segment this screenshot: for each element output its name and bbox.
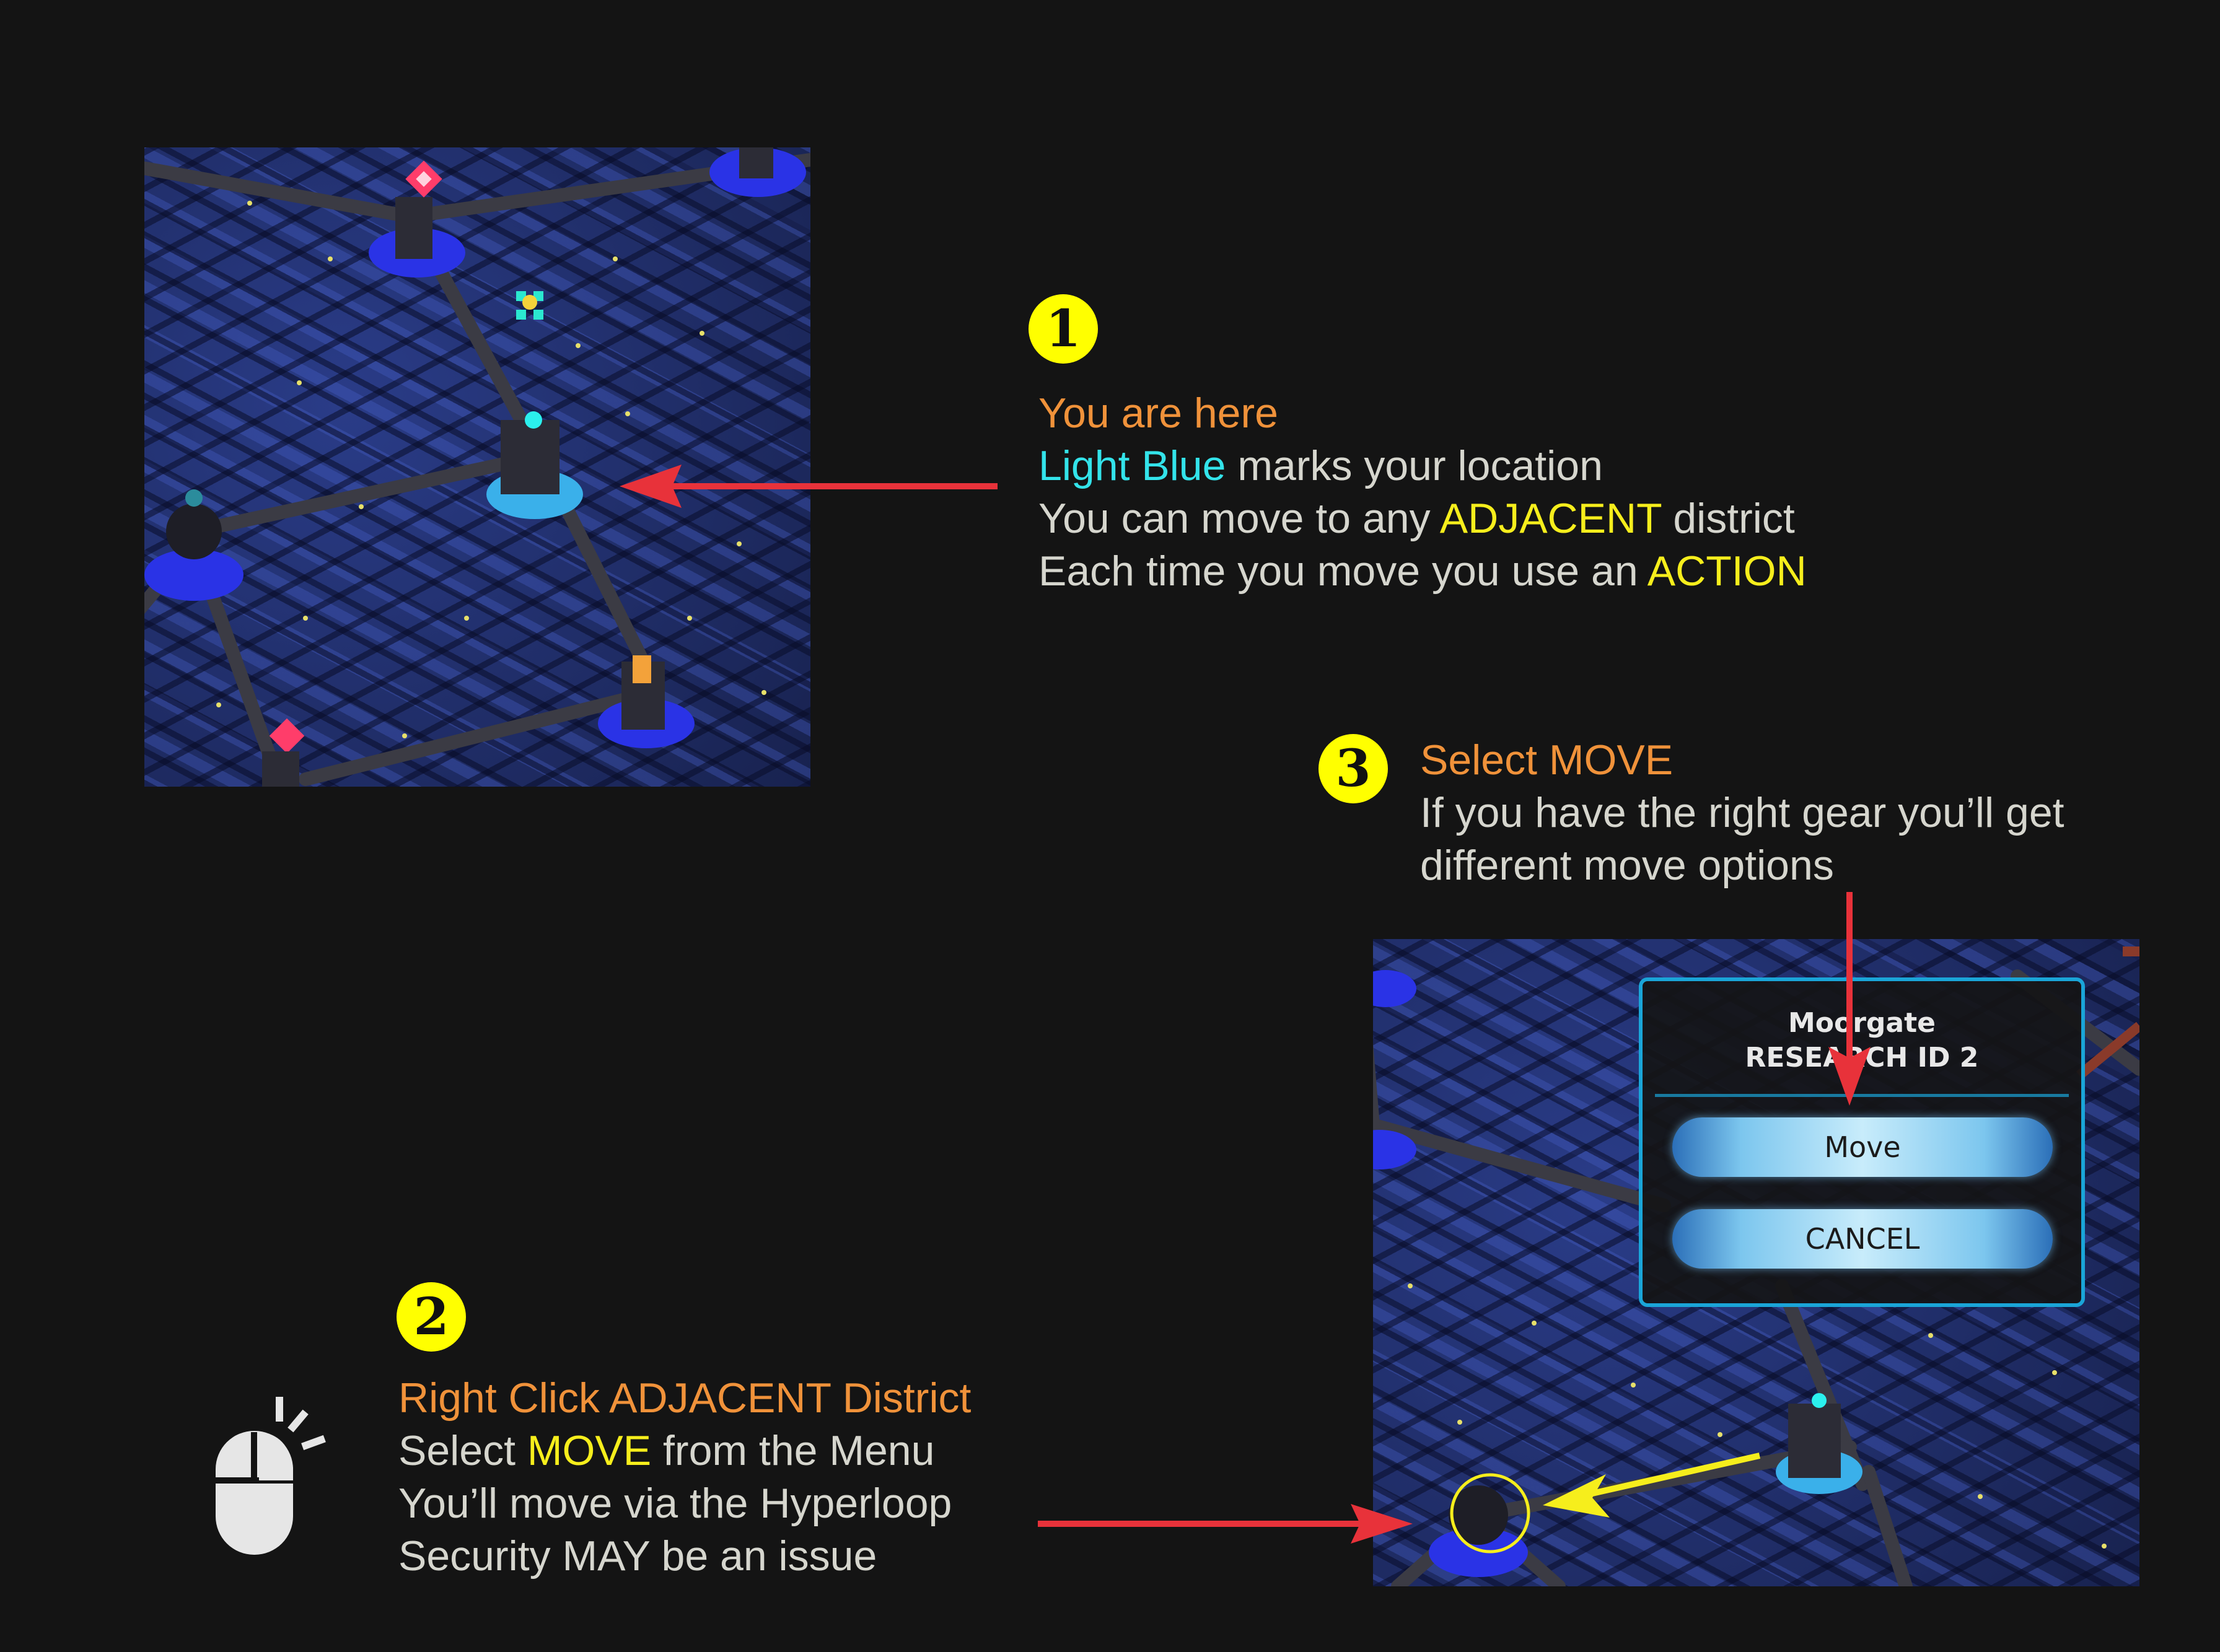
player-token-icon [516, 291, 543, 320]
district-node-icon [369, 160, 465, 278]
action-highlight: ACTION [1647, 548, 1807, 595]
step-3-title: Select MOVE [1420, 736, 1674, 784]
cancel-button[interactable]: CANCEL [1672, 1209, 2053, 1269]
step-2-text: Right Click ADJACENT District Select MOV… [398, 1372, 971, 1583]
step-2-title: Right Click ADJACENT District [398, 1374, 972, 1422]
pointer-arrow-icon [1038, 1504, 1413, 1544]
step-3-text: Select MOVE If you have the right gear y… [1420, 734, 2064, 892]
light-blue-node-icon [486, 411, 583, 519]
district-node-icon [709, 147, 806, 197]
step-2-badge: 2 [397, 1282, 466, 1352]
adjacent-highlight: ADJACENT [1439, 495, 1662, 542]
step-1-badge: 1 [1029, 294, 1098, 364]
step-1-text: You are here Light Blue marks your locat… [1038, 387, 1807, 598]
light-blue-label: Light Blue [1038, 442, 1226, 489]
adjacent-target-indicator [1450, 1453, 1761, 1554]
pointer-arrow-icon [1828, 892, 1871, 1106]
mouse-right-click-icon [216, 1397, 326, 1555]
district-node-icon [144, 489, 243, 601]
step-3-badge: 3 [1318, 734, 1388, 803]
step-1-title: You are here [1038, 390, 1278, 437]
district-node-icon [262, 718, 305, 787]
move-button[interactable]: Move [1672, 1117, 2053, 1177]
move-highlight: MOVE [527, 1427, 652, 1474]
pointer-arrow-icon [620, 465, 998, 508]
